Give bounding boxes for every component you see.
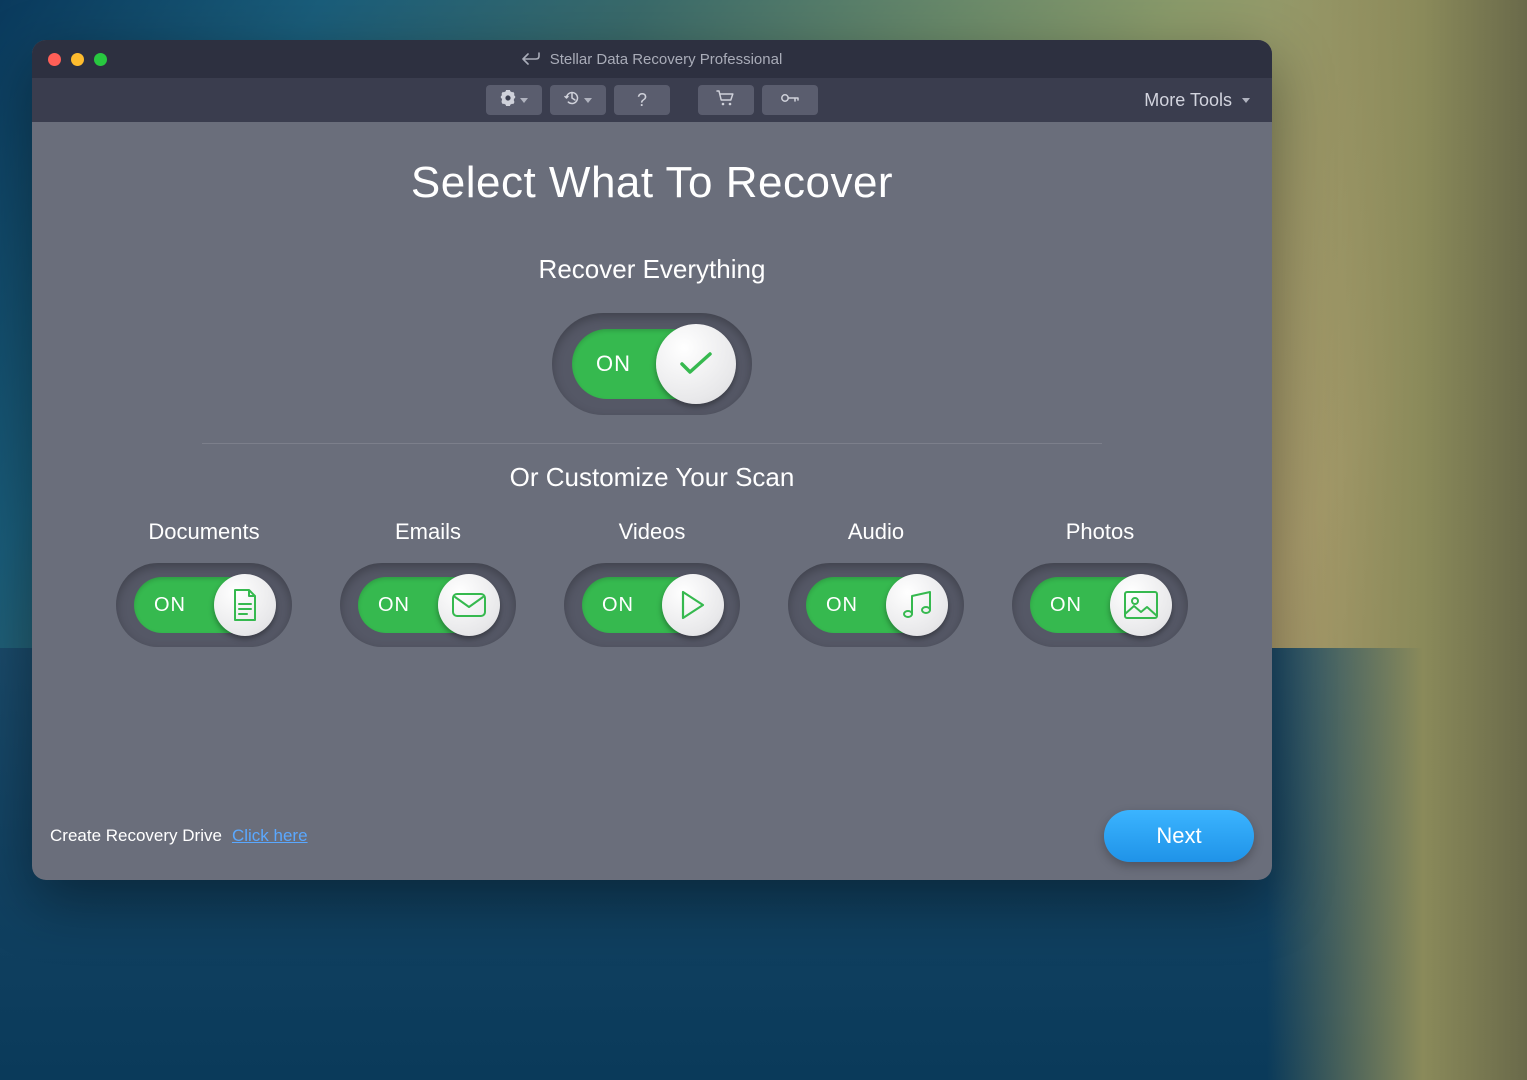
content-area: Select What To Recover Recover Everythin… [32, 122, 1272, 880]
click-here-link[interactable]: Click here [232, 826, 308, 846]
window-title: Stellar Data Recovery Professional [550, 51, 783, 68]
toggle-state-label: ON [378, 594, 410, 617]
next-button[interactable]: Next [1104, 810, 1254, 862]
divider [202, 443, 1102, 444]
question-icon: ? [637, 90, 647, 111]
page-title: Select What To Recover [32, 158, 1272, 208]
activate-button[interactable] [762, 85, 818, 115]
toggle-knob [656, 324, 736, 404]
cart-icon [716, 90, 736, 111]
toolbar: ? More Tools [32, 78, 1272, 122]
key-icon [780, 91, 800, 110]
category-videos: Videos ON [540, 519, 764, 647]
footer: Create Recovery Drive Click here Next [32, 810, 1272, 880]
help-button[interactable]: ? [614, 85, 670, 115]
category-documents: Documents ON [92, 519, 316, 647]
category-emails: Emails ON [316, 519, 540, 647]
category-audio: Audio ON [764, 519, 988, 647]
buy-button[interactable] [698, 85, 754, 115]
toggle-state-label: ON [154, 594, 186, 617]
category-photos: Photos ON [988, 519, 1212, 647]
documents-toggle[interactable]: ON [116, 563, 292, 647]
create-recovery-drive-label: Create Recovery Drive [50, 826, 222, 846]
recover-everything-toggle[interactable]: ON [552, 313, 752, 415]
back-icon[interactable] [522, 52, 540, 66]
toggle-knob [1110, 574, 1172, 636]
toggle-state-label: ON [1050, 594, 1082, 617]
email-icon [451, 592, 487, 618]
chevron-down-icon [520, 98, 528, 103]
document-icon [230, 588, 260, 622]
image-icon [1123, 590, 1159, 620]
category-label: Audio [848, 519, 904, 545]
category-row: Documents ON Emails [32, 519, 1272, 647]
history-icon [564, 90, 580, 111]
chevron-down-icon [584, 98, 592, 103]
toggle-state-label: ON [602, 594, 634, 617]
next-button-label: Next [1156, 823, 1201, 849]
customize-label: Or Customize Your Scan [32, 462, 1272, 493]
history-button[interactable] [550, 85, 606, 115]
photos-toggle[interactable]: ON [1012, 563, 1188, 647]
more-tools-label: More Tools [1144, 90, 1232, 111]
chevron-down-icon [1242, 98, 1250, 103]
gear-icon [500, 90, 516, 111]
toggle-knob [886, 574, 948, 636]
toggle-knob [662, 574, 724, 636]
play-icon [679, 589, 707, 621]
category-label: Photos [1066, 519, 1135, 545]
audio-toggle[interactable]: ON [788, 563, 964, 647]
app-window: Stellar Data Recovery Professional ? [32, 40, 1272, 880]
titlebar: Stellar Data Recovery Professional [32, 40, 1272, 78]
category-label: Documents [148, 519, 259, 545]
check-icon [679, 351, 713, 377]
category-label: Videos [619, 519, 686, 545]
category-label: Emails [395, 519, 461, 545]
videos-toggle[interactable]: ON [564, 563, 740, 647]
toggle-knob [214, 574, 276, 636]
emails-toggle[interactable]: ON [340, 563, 516, 647]
music-icon [900, 589, 934, 621]
more-tools-dropdown[interactable]: More Tools [1144, 78, 1250, 122]
recover-everything-label: Recover Everything [32, 254, 1272, 285]
toggle-knob [438, 574, 500, 636]
toggle-state-label: ON [596, 351, 631, 377]
settings-button[interactable] [486, 85, 542, 115]
toggle-state-label: ON [826, 594, 858, 617]
